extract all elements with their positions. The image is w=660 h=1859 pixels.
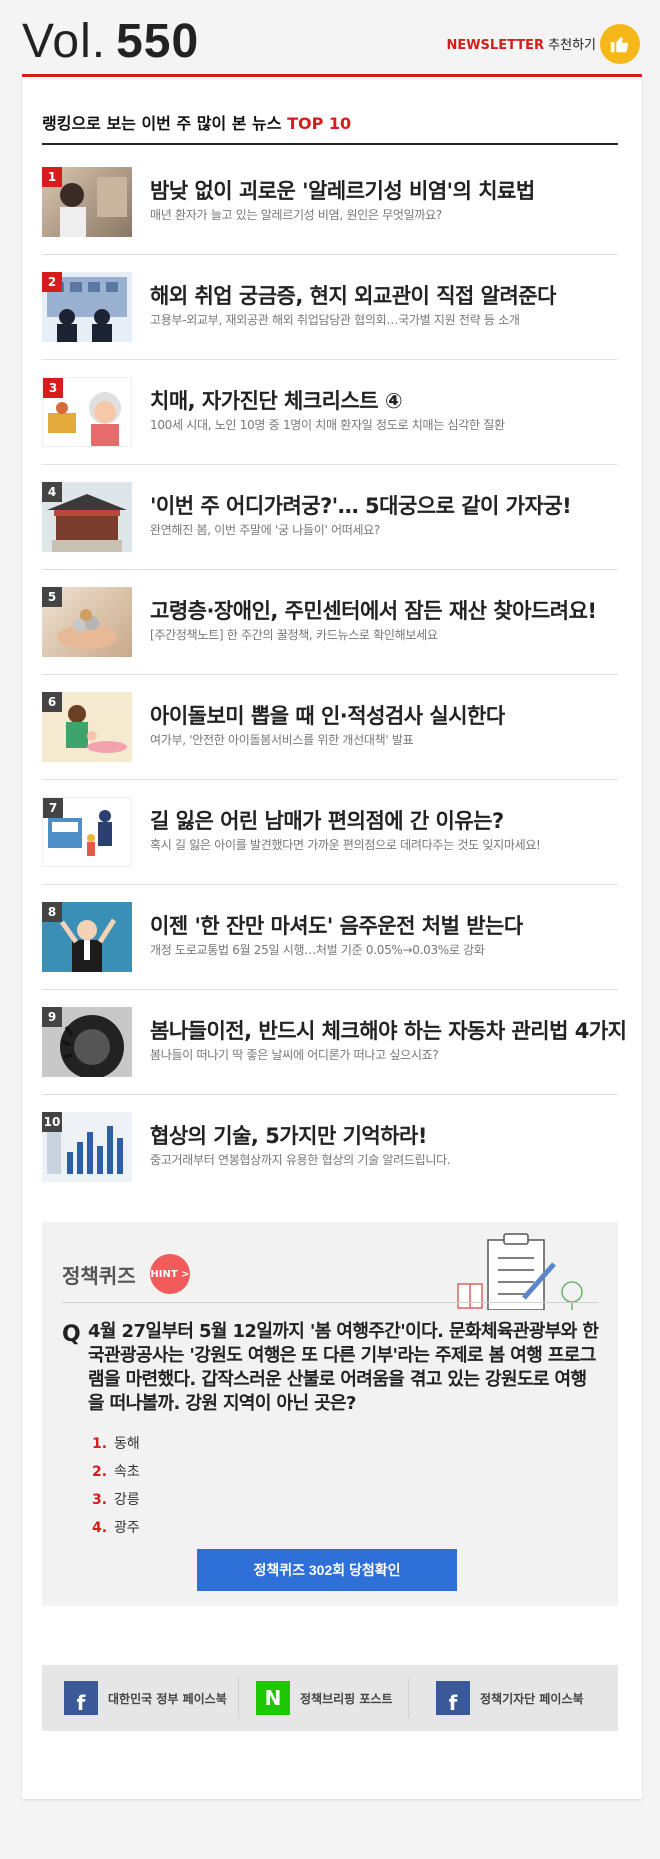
list-item[interactable]: 2 해외 취업 궁금증, 현지 외교관이 직접 알려준다 고용부-외교부, 재외…: [42, 255, 618, 360]
quiz-result-button[interactable]: 정책퀴즈 302회 당첨확인: [197, 1549, 457, 1591]
quiz-option[interactable]: 2. 속초: [92, 1458, 140, 1486]
newsletter-header: Vol. 550 NEWSLETTER 추천하기: [22, 0, 640, 80]
rank-badge: 9: [42, 1007, 62, 1027]
item-subtitle: 매년 환자가 늘고 있는 알레르기성 비염, 원인은 무엇일까요?: [150, 208, 442, 222]
quiz-option[interactable]: 4. 광주: [92, 1514, 140, 1542]
item-subtitle: 여가부, '안전한 아이돌봄서비스를 위한 개선대책' 발표: [150, 733, 414, 747]
quiz-option[interactable]: 1. 동해: [92, 1430, 140, 1458]
item-title[interactable]: 이젠 '한 잔만 마셔도' 음주운전 처벌 받는다: [150, 910, 523, 940]
thumbnail-image[interactable]: 8: [42, 902, 132, 972]
item-subtitle: 개정 도로교통법 6월 25일 시행…처벌 기준 0.05%→0.03%로 강화: [150, 943, 485, 957]
item-subtitle: 혹시 길 잃은 아이를 발견했다면 가까운 편의점으로 데려다주는 것도 잊지마…: [150, 838, 541, 852]
item-title[interactable]: 아이돌보미 뽑을 때 인·적성검사 실시한다: [150, 700, 505, 730]
footer-link-briefing-post[interactable]: N 정책브리핑 포스트: [256, 1665, 393, 1731]
list-item[interactable]: 5 고령층·장애인, 주민센터에서 잠든 재산 찾아드려요! [주간정책노트] …: [42, 570, 618, 675]
vol-number: 550: [116, 15, 200, 68]
hint-button[interactable]: HINT >: [150, 1254, 190, 1294]
recommend-label: 추천하기: [548, 38, 596, 53]
item-title[interactable]: 해외 취업 궁금증, 현지 외교관이 직접 알려준다: [150, 280, 556, 310]
quiz-title: 정책퀴즈: [62, 1264, 136, 1288]
rank-badge: 10: [42, 1112, 62, 1132]
list-item[interactable]: 8 이젠 '한 잔만 마셔도' 음주운전 처벌 받는다 개정 도로교통법 6월 …: [42, 885, 618, 990]
item-title[interactable]: 고령층·장애인, 주민센터에서 잠든 재산 찾아드려요!: [150, 595, 597, 625]
rank-badge: 3: [43, 378, 63, 398]
footer-link-label: 정책기자단 페이스북: [480, 1691, 584, 1706]
list-item[interactable]: 3 치매, 자가진단 체크리스트 ④ 100세 시대, 노인 10명 중 1명이…: [42, 360, 618, 465]
clipboard-illustration: [457, 1233, 583, 1310]
list-item[interactable]: 7 길 잃은 어린 남매가 편의점에 간 이유는? 혹시 길 잃은 아이를 발견…: [42, 780, 618, 885]
list-item[interactable]: 1 밤낮 없이 괴로운 '알레르기성 비염'의 치료법 매년 환자가 늘고 있는…: [42, 150, 618, 255]
option-text: 광주: [114, 1520, 140, 1536]
social-footer: f 대한민국 정부 페이스북 N 정책브리핑 포스트 f 정책기자단 페이스북: [42, 1665, 618, 1731]
footer-link-gov-facebook[interactable]: f 대한민국 정부 페이스북: [64, 1665, 227, 1731]
rank-badge: 7: [43, 798, 63, 818]
item-subtitle: 100세 시대, 노인 10명 중 1명이 치매 환자일 정도로 치매는 심각한…: [150, 418, 505, 432]
rank-badge: 8: [42, 902, 62, 922]
divider: [238, 1678, 239, 1718]
vol-label: Vol.: [22, 15, 107, 68]
thumbnail-image[interactable]: 9: [42, 1007, 132, 1077]
item-subtitle: 봄나들이 떠나기 딱 좋은 날씨에 어디론가 떠나고 싶으시죠?: [150, 1048, 439, 1062]
rank-badge: 1: [42, 167, 62, 187]
footer-link-label: 대한민국 정부 페이스북: [108, 1691, 227, 1706]
policy-quiz: 정책퀴즈 HINT > Q 4월 27일부터 5월 12일까지 '봄 여행주간'…: [42, 1222, 618, 1606]
footer-link-reporter-facebook[interactable]: f 정책기자단 페이스북: [436, 1665, 584, 1731]
top10-list: 1 밤낮 없이 괴로운 '알레르기성 비염'의 치료법 매년 환자가 늘고 있는…: [42, 150, 627, 1200]
item-title[interactable]: 밤낮 없이 괴로운 '알레르기성 비염'의 치료법: [150, 175, 535, 205]
top10-heading-text: 랭킹으로 보는 이번 주 많이 본 뉴스: [42, 114, 282, 133]
item-subtitle: 고용부-외교부, 재외공관 해외 취업담당관 협의회…국가별 지원 전략 등 소…: [150, 313, 520, 327]
naver-post-icon: N: [256, 1681, 290, 1715]
option-text: 동해: [114, 1436, 140, 1452]
newsletter-recommend-link[interactable]: NEWSLETTER 추천하기: [446, 38, 596, 54]
top10-heading: 랭킹으로 보는 이번 주 많이 본 뉴스 TOP 10: [42, 110, 351, 134]
newsletter-label: NEWSLETTER: [446, 38, 545, 53]
item-subtitle: 중고거래부터 연봉협상까지 유용한 협상의 기술 알려드립니다.: [150, 1153, 451, 1167]
thumbnail-image[interactable]: 4: [42, 482, 132, 552]
item-title[interactable]: 길 잃은 어린 남매가 편의점에 간 이유는?: [150, 805, 504, 835]
question-mark-icon: Q: [62, 1322, 81, 1347]
volume-title: Vol. 550: [22, 14, 199, 69]
divider: [62, 1302, 598, 1303]
item-title[interactable]: 치매, 자가진단 체크리스트 ④: [150, 385, 403, 415]
thumbs-up-glyph: [610, 37, 629, 53]
list-item[interactable]: 6 아이돌보미 뽑을 때 인·적성검사 실시한다 여가부, '안전한 아이돌봄서…: [42, 675, 618, 780]
rank-badge: 4: [42, 482, 62, 502]
option-text: 속초: [114, 1464, 140, 1480]
thumbnail-image[interactable]: 3: [42, 377, 132, 447]
option-text: 강릉: [114, 1492, 140, 1508]
rank-badge: 6: [42, 692, 62, 712]
quiz-options: 1. 동해 2. 속초 3. 강릉 4. 광주: [92, 1430, 140, 1542]
item-subtitle: [주간정책노트] 한 주간의 꿀정책, 카드뉴스로 확인해보세요: [150, 628, 438, 642]
thumbnail-image[interactable]: 5: [42, 587, 132, 657]
rank-badge: 5: [42, 587, 62, 607]
quiz-option[interactable]: 3. 강릉: [92, 1486, 140, 1514]
option-number: 4.: [92, 1520, 108, 1536]
thumbs-up-icon[interactable]: [600, 24, 640, 64]
item-title[interactable]: 협상의 기술, 5가지만 기억하라!: [150, 1120, 427, 1150]
thumbnail-image[interactable]: 6: [42, 692, 132, 762]
item-title[interactable]: '이번 주 어디가려궁?'… 5대궁으로 같이 가자궁!: [150, 490, 572, 520]
footer-link-label: 정책브리핑 포스트: [300, 1691, 393, 1706]
item-subtitle: 완연해진 봄, 이번 주말에 '궁 나들이' 어떠세요?: [150, 523, 380, 537]
top10-heading-highlight: TOP 10: [287, 114, 352, 133]
thumbnail-image[interactable]: 1: [42, 167, 132, 237]
divider: [42, 143, 618, 145]
thumbnail-image[interactable]: 7: [42, 797, 132, 867]
rank-badge: 2: [42, 272, 62, 292]
list-item[interactable]: 4 '이번 주 어디가려궁?'… 5대궁으로 같이 가자궁! 완연해진 봄, 이…: [42, 465, 618, 570]
divider: [408, 1678, 409, 1718]
option-number: 3.: [92, 1492, 108, 1508]
thumbnail-image[interactable]: 2: [42, 272, 132, 342]
facebook-icon: f: [64, 1681, 98, 1715]
facebook-icon: f: [436, 1681, 470, 1715]
list-item[interactable]: 9 봄나들이전, 반드시 체크해야 하는 자동차 관리법 4가지 봄나들이 떠나…: [42, 990, 627, 1095]
option-number: 2.: [92, 1464, 108, 1480]
item-title[interactable]: 봄나들이전, 반드시 체크해야 하는 자동차 관리법 4가지: [150, 1015, 627, 1045]
list-item[interactable]: 10 협상의 기술, 5가지만 기억하라! 중고거래부터 연봉협상까지 유용한 …: [42, 1095, 618, 1200]
quiz-question: 4월 27일부터 5월 12일까지 '봄 여행주간'이다. 문화체육관광부와 한…: [88, 1321, 599, 1414]
option-number: 1.: [92, 1436, 108, 1452]
thumbnail-image[interactable]: 10: [42, 1112, 132, 1182]
